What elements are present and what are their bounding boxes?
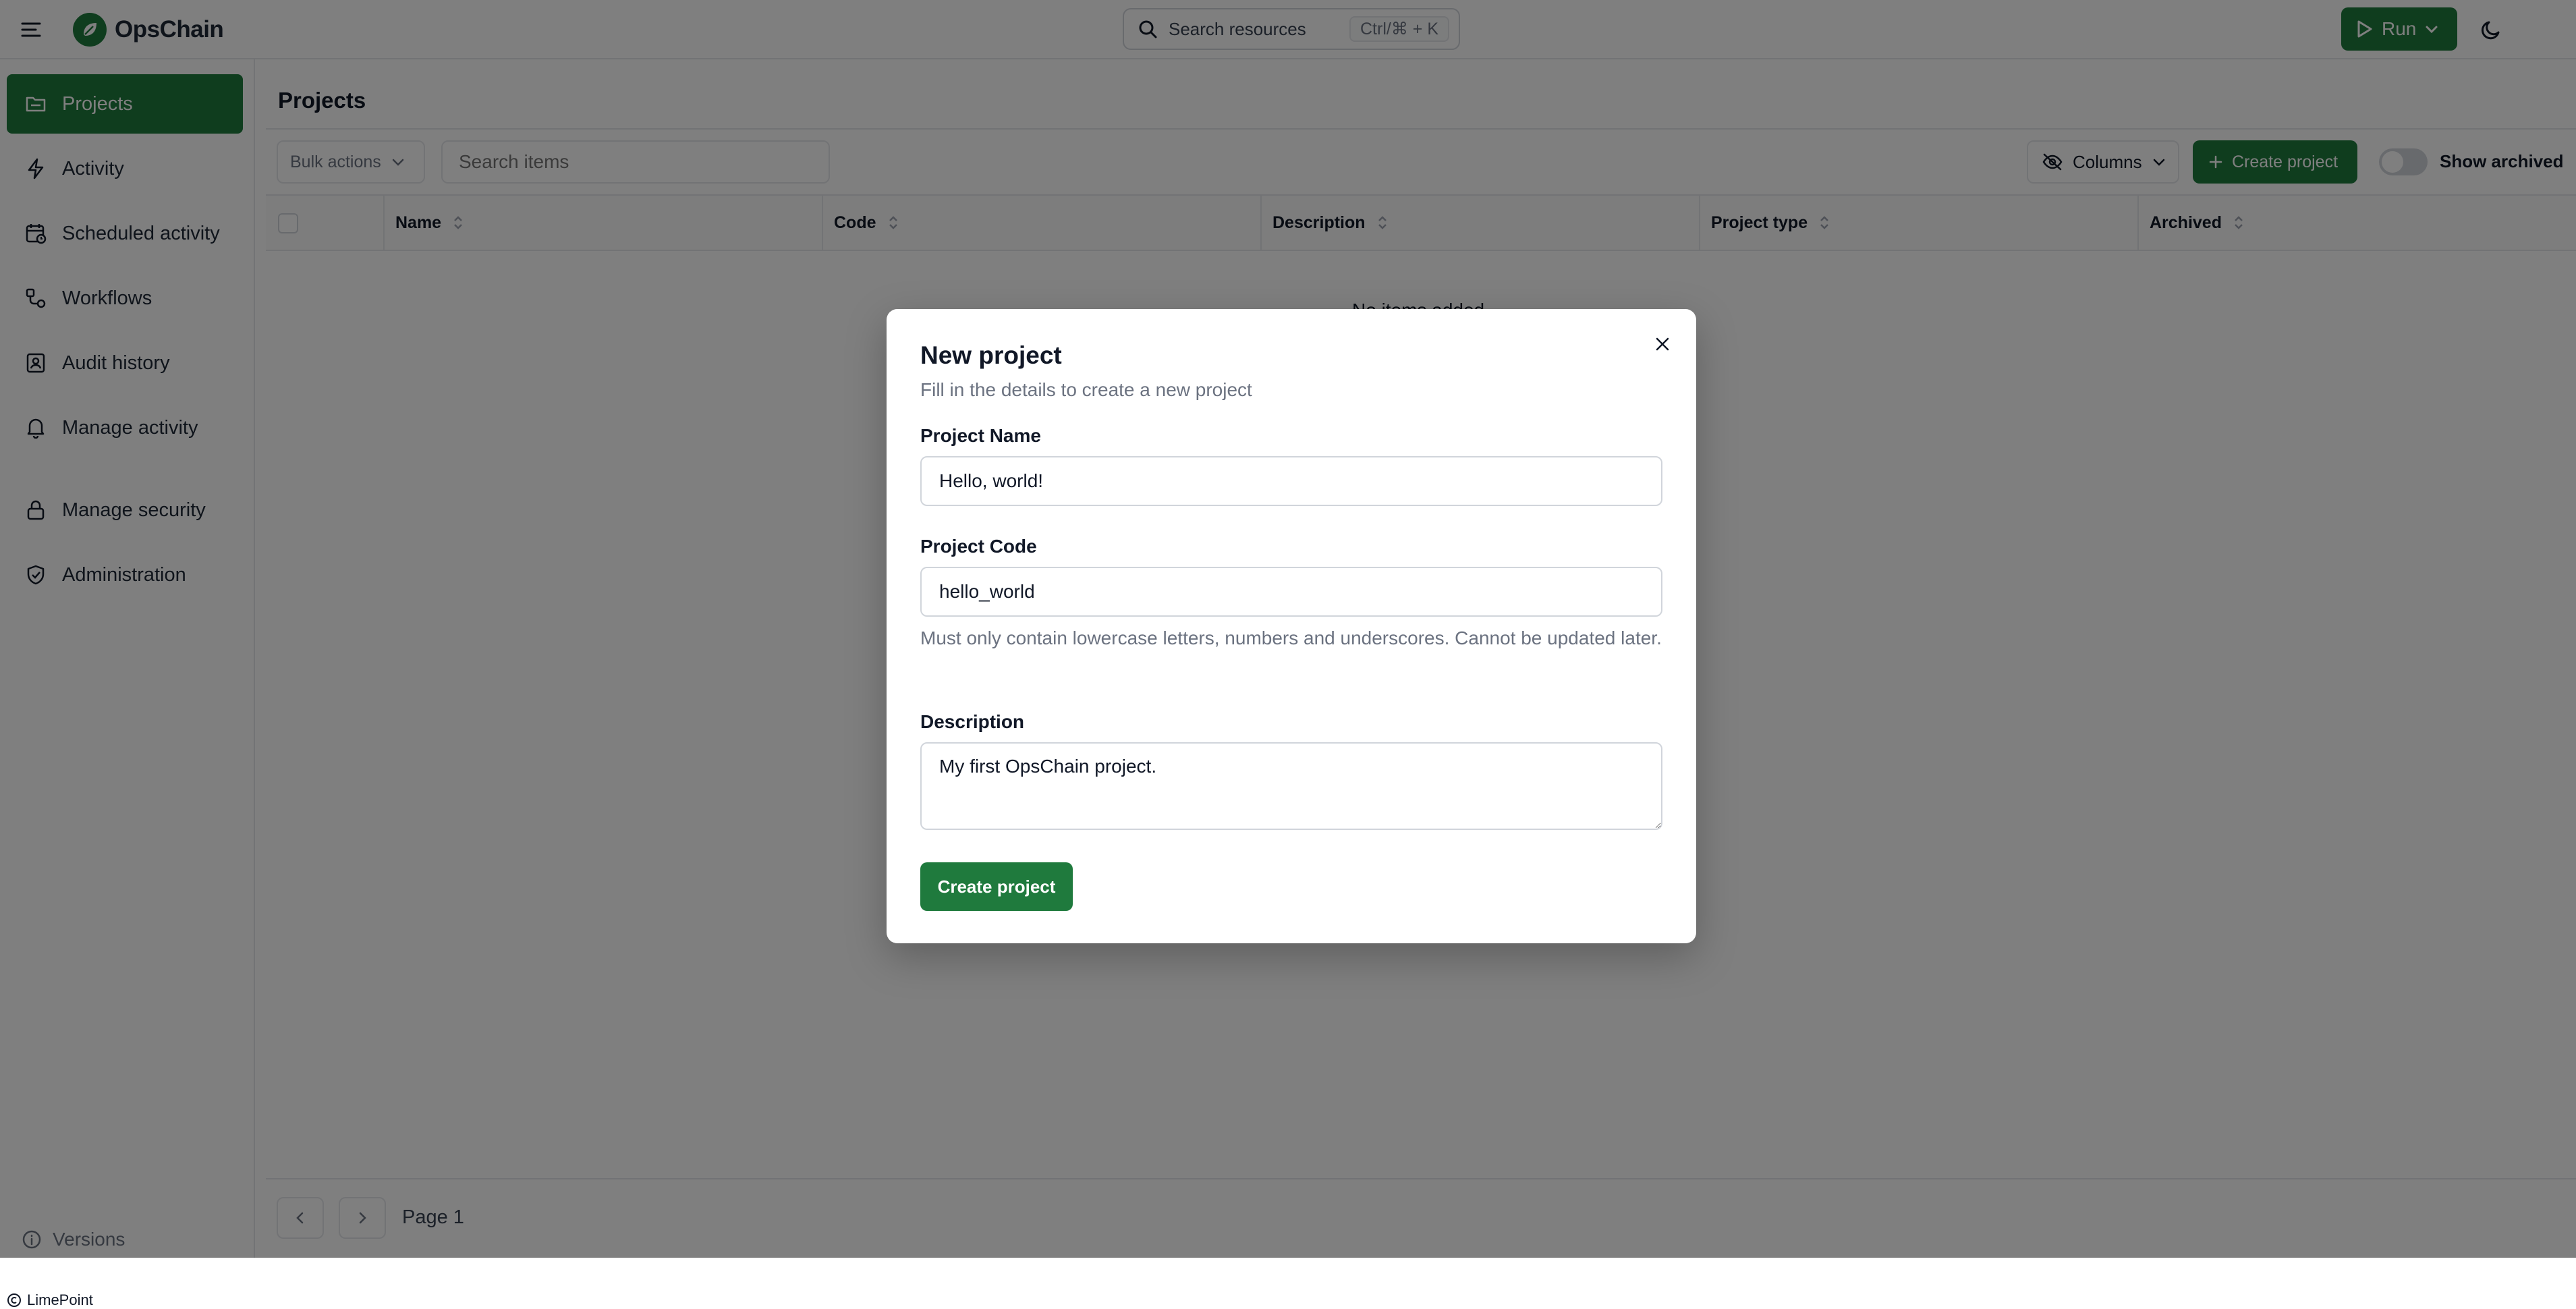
description-textarea[interactable]: My first OpsChain project.	[920, 742, 1662, 830]
copyright-icon	[7, 1293, 21, 1307]
footer-brand: LimePoint	[7, 1291, 93, 1309]
project-code-label: Project Code	[920, 536, 1037, 557]
project-name-input[interactable]	[920, 456, 1662, 506]
footer-brand-label: LimePoint	[27, 1291, 93, 1308]
project-code-help: Must only contain lowercase letters, num…	[920, 628, 1662, 648]
close-icon[interactable]	[1648, 329, 1677, 359]
project-name-label: Project Name	[920, 425, 1041, 446]
dialog-subtitle: Fill in the details to create a new proj…	[920, 379, 1252, 400]
new-project-dialog: New project Fill in the details to creat…	[887, 309, 1696, 943]
dialog-title: New project	[920, 341, 1062, 369]
description-label: Description	[920, 711, 1025, 732]
create-project-submit-button[interactable]: Create project	[920, 862, 1073, 911]
project-code-input[interactable]	[920, 567, 1662, 617]
